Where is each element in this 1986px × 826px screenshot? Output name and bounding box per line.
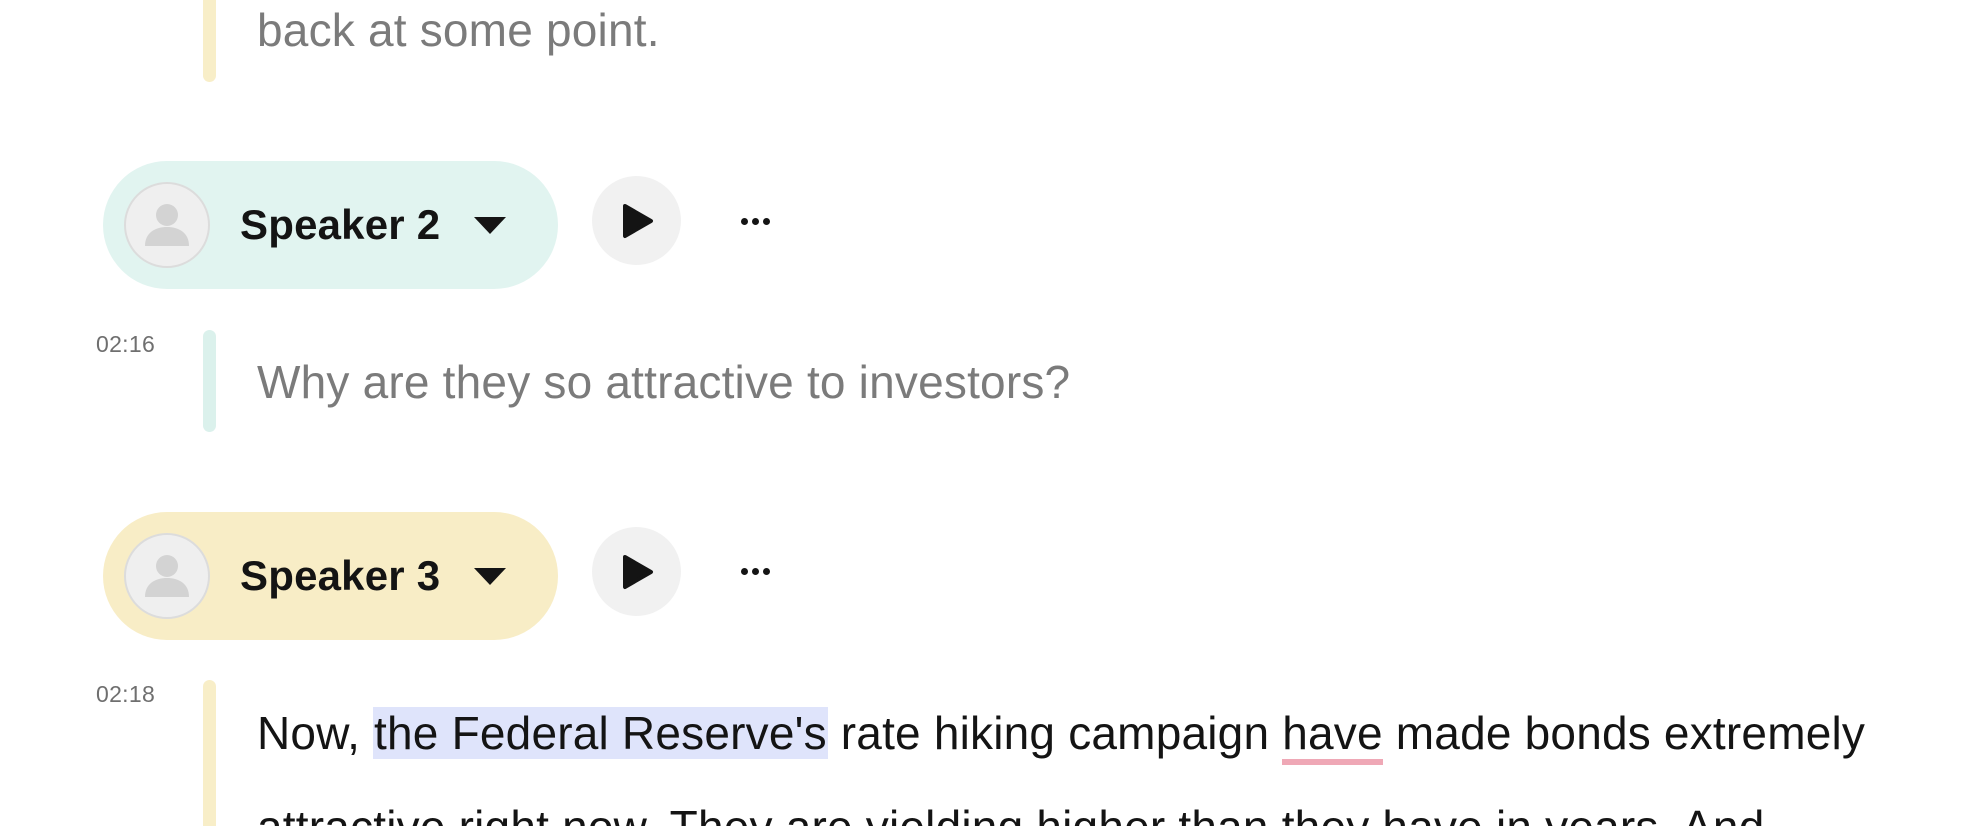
more-horizontal-icon [740,567,748,575]
timestamp[interactable]: 02:16 [96,331,155,358]
flagged-word[interactable]: have [1282,707,1383,765]
text-run: rate hiking campaign [827,707,1283,759]
play-button[interactable] [592,176,681,265]
segment-text-next-line[interactable]: attractive right now. They are yielding … [257,795,1764,826]
speaker-color-bar [203,330,216,432]
segment-text[interactable]: back at some point. [257,0,660,62]
user-placeholder-icon [124,182,210,268]
segment-text[interactable]: Why are they so attractive to investors? [257,350,1070,414]
play-icon [622,203,653,238]
speaker-name: Speaker 2 [240,201,441,248]
text-run: Now, [257,707,374,759]
play-button[interactable] [592,527,681,616]
transcript-view: back at some point. Speaker 2 02:16 Why … [0,0,1986,826]
segment-text[interactable]: Now, the Federal Reserve's rate hiking c… [257,701,1865,765]
speaker-color-bar [203,680,216,826]
more-options-button[interactable] [730,206,780,236]
more-options-button[interactable] [730,556,780,586]
timestamp[interactable]: 02:18 [96,681,155,708]
speaker-name: Speaker 3 [240,552,441,599]
speaker-selector[interactable]: Speaker 3 [103,512,558,640]
speaker-selector[interactable]: Speaker 2 [103,161,558,289]
caret-down-icon [474,567,507,585]
text-run: made bonds extremely [1382,707,1866,759]
speaker-color-bar [203,0,216,82]
more-horizontal-icon [740,217,748,225]
user-placeholder-icon [124,533,210,619]
play-icon [622,554,653,589]
highlighted-text[interactable]: the Federal Reserve's [373,707,828,759]
caret-down-icon [474,216,507,234]
